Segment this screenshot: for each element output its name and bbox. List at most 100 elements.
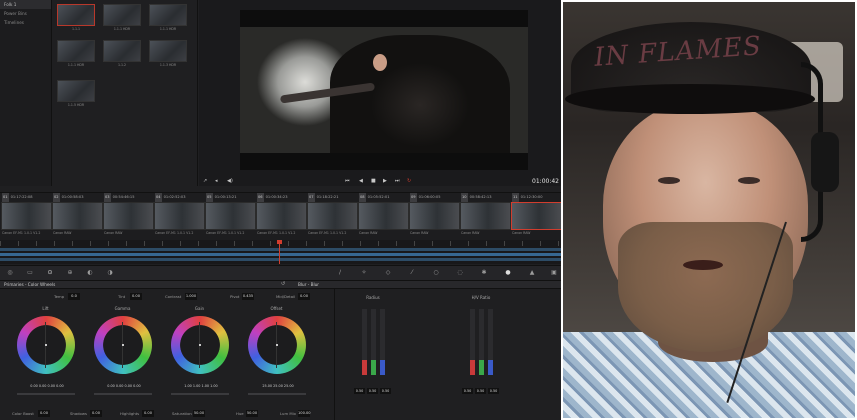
clip-codec: Canon EF-M1 1.0.1 V1.2 (155, 231, 194, 235)
wheel-master-slider[interactable] (171, 393, 229, 395)
wheel-master-slider[interactable] (17, 393, 75, 395)
color-wheel-gain[interactable]: Gain 1.00 1.00 1.00 1.00 (162, 306, 237, 406)
timeline-clip[interactable]: 01 01:17:22:08 Canon EF-M1 1.0.1 V1.2 (1, 193, 52, 241)
motion-effects-icon[interactable]: ◐ (86, 269, 94, 277)
camera-raw-icon[interactable]: ◎ (6, 269, 14, 277)
skip-back-icon[interactable]: ⏮ (345, 178, 350, 184)
media-clip[interactable]: 1.1.1 HDR (57, 40, 95, 68)
play-icon[interactable]: ▶ (383, 178, 387, 184)
blur-icon[interactable]: ● (504, 269, 512, 277)
adjust-value[interactable]: 0.00 (130, 293, 142, 300)
clip-timecode: 01:18:22:21 (316, 195, 339, 199)
media-clip[interactable]: 1.1.1 (57, 4, 95, 32)
eyedropper-icon[interactable]: ⁄ (408, 269, 416, 277)
timeline-clip[interactable]: 06 01:00:34:23 Canon EF-M1 1.0.1 V1.2 (256, 193, 307, 241)
color-wheel-gamma[interactable]: Gamma 0.00 0.00 0.00 0.00 (85, 306, 160, 406)
adjust-value[interactable]: 50.00 (193, 410, 205, 417)
adjust-value[interactable]: 50.00 (246, 410, 258, 417)
wheel-master-slider[interactable] (248, 393, 306, 395)
mark-icon[interactable]: ◂ (215, 178, 218, 184)
adjust-value[interactable]: 0.00 (38, 410, 50, 417)
video-track[interactable] (0, 253, 561, 256)
clip-codec: Canon RAW (512, 231, 531, 235)
clip-number: 01 (2, 193, 9, 202)
play-reverse-icon[interactable]: ◀ (359, 178, 363, 184)
clip-codec: Canon EF-M1 1.0.1 V1.2 (308, 231, 347, 235)
color-wheel-ring[interactable] (94, 316, 152, 374)
color-wheel-ring[interactable] (248, 316, 306, 374)
video-track[interactable] (0, 248, 561, 251)
adjust-value[interactable]: 0.435 (242, 293, 254, 300)
skip-forward-icon[interactable]: ⏭ (395, 178, 400, 184)
color-wheel-ring[interactable] (17, 316, 75, 374)
blur-value[interactable]: 0.50 (475, 388, 486, 394)
magic-mask-icon[interactable]: ✱ (480, 269, 488, 277)
stop-icon[interactable]: ■ (371, 178, 376, 184)
media-clip[interactable]: 1.1.1 HDR (103, 4, 141, 32)
loop-icon[interactable]: ↻ (407, 178, 411, 184)
timeline-clip[interactable]: 02 01:00:58:03 Canon RAW (52, 193, 103, 241)
adjust-value[interactable]: 100.00 (298, 410, 311, 417)
color-match-icon[interactable]: ▭ (26, 269, 34, 277)
curves-icon[interactable]: ∕ (336, 269, 344, 277)
timeline-clip[interactable]: 08 01:05:52:01 Canon RAW (358, 193, 409, 241)
sizing-icon[interactable]: ▣ (550, 269, 558, 277)
wheel-values: 25.00 25.00 25.00 (262, 384, 294, 388)
warper-icon[interactable]: ✧ (360, 269, 368, 277)
media-clip[interactable]: 1.1.5 HDR (57, 80, 95, 108)
blur-slider[interactable] (380, 309, 385, 375)
playhead[interactable] (277, 240, 282, 264)
media-clip[interactable]: 1.1.3 HDR (149, 40, 187, 68)
blur-slider[interactable] (470, 309, 475, 375)
window-icon[interactable]: ○ (432, 269, 440, 277)
key-icon[interactable]: ▲ (528, 269, 536, 277)
adjust-value[interactable]: 1.000 (185, 293, 197, 300)
rgb-mixer-icon[interactable]: ⊕ (66, 269, 74, 277)
adjust-value[interactable]: 0.0 (68, 293, 80, 300)
mini-timeline[interactable] (0, 240, 561, 264)
hdr-icon[interactable]: ◑ (106, 269, 114, 277)
qualifier-icon[interactable]: ◇ (384, 269, 392, 277)
wheel-master-slider[interactable] (94, 393, 152, 395)
audio-track[interactable] (0, 258, 561, 261)
adjust-value[interactable]: 0.00 (298, 293, 310, 300)
clip-thumbnail (57, 4, 95, 26)
blur-slider[interactable] (362, 309, 367, 375)
blur-slider[interactable] (479, 309, 484, 375)
sidebar-item[interactable]: Timelines (0, 18, 51, 27)
tracker-icon[interactable]: ◌ (456, 269, 464, 277)
blur-value[interactable]: 0.50 (380, 388, 391, 394)
blur-value[interactable]: 0.50 (462, 388, 473, 394)
timeline-clip[interactable]: 07 01:18:22:21 Canon EF-M1 1.0.1 V1.2 (307, 193, 358, 241)
color-wheel-lift[interactable]: Lift 0.00 0.00 0.00 0.00 (8, 306, 83, 406)
color-wheel-offset[interactable]: Offset 25.00 25.00 25.00 (239, 306, 314, 406)
timeline-clip[interactable]: 05 01:00:13:21 Canon EF-M1 1.0.1 V1.2 (205, 193, 256, 241)
clip-header: 06 01:00:34:23 (256, 193, 307, 202)
clip-number: 06 (257, 193, 264, 202)
media-clip[interactable]: 1.1.2 (103, 40, 141, 68)
reset-icon[interactable]: ↺ (281, 281, 285, 287)
timeline-clip[interactable]: 04 01:02:52:03 Canon EF-M1 1.0.1 V1.2 (154, 193, 205, 241)
blur-value[interactable]: 0.50 (354, 388, 365, 394)
blur-value[interactable]: 0.50 (488, 388, 499, 394)
media-clip[interactable]: 1.1.1 HDR (149, 4, 187, 32)
adjust-value[interactable]: 0.00 (142, 410, 154, 417)
viewer[interactable]: ↗ ◂ ◀) ⏮ ◀ ■ ▶ ⏭ ↻ 01:00:42 (199, 0, 561, 186)
timeline-clip[interactable]: 11 01:12:30:00 Canon RAW (511, 193, 561, 241)
color-wheels-icon[interactable]: ⊙ (46, 269, 54, 277)
color-wheel-ring[interactable] (171, 316, 229, 374)
sidebar-item[interactable]: Power Bins (0, 9, 51, 18)
blur-slider[interactable] (488, 309, 493, 375)
viewer-frame[interactable] (240, 10, 528, 170)
adjust-value[interactable]: 0.00 (90, 410, 102, 417)
pointer-icon[interactable]: ↗ (203, 178, 207, 184)
color-wheels-title: Primaries - Color Wheels (4, 282, 56, 287)
timeline-clip[interactable]: 09 01:06:00:05 Canon RAW (409, 193, 460, 241)
timeline-clip[interactable]: 03 00:54:46:15 Canon RAW (103, 193, 154, 241)
blur-slider[interactable] (371, 309, 376, 375)
timeline-clip[interactable]: 10 00:58:42:13 Canon RAW (460, 193, 511, 241)
sidebar-item[interactable]: Folk 1 (0, 0, 51, 9)
audio-icon[interactable]: ◀) (227, 178, 233, 184)
blur-value[interactable]: 0.50 (367, 388, 378, 394)
blur-slider-fill (371, 360, 376, 375)
